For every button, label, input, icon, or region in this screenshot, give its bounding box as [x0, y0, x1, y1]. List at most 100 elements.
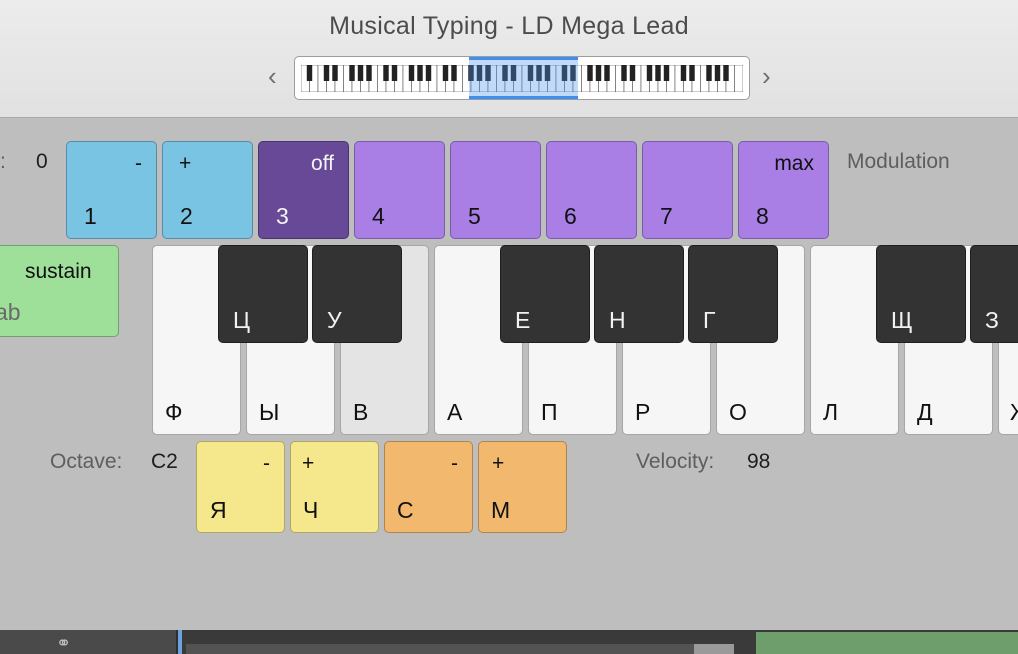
black-key-3[interactable]: Е — [500, 245, 590, 343]
pitch-up-key[interactable]: + 2 — [162, 141, 253, 239]
sustain-key[interactable]: sustain ab — [0, 245, 119, 337]
mini-black-key — [604, 65, 610, 81]
mini-black-key — [663, 65, 670, 81]
link-rings-icon[interactable]: ⚭ — [56, 634, 71, 652]
horizontal-scroll-thumb[interactable] — [694, 644, 734, 654]
modulation-label: Modulation — [847, 150, 950, 173]
octave-up-keycap: Ч — [303, 497, 319, 523]
black-key-2[interactable]: У — [312, 245, 402, 343]
bottom-left-panel: ⚭ — [0, 630, 178, 654]
white-key-5-label: П — [541, 399, 558, 425]
mini-white-key — [734, 65, 743, 92]
modulation-off-key[interactable]: off 3 — [258, 141, 349, 239]
chevron-right-icon[interactable]: › — [762, 63, 771, 89]
octave-down-key[interactable]: - Я — [196, 441, 285, 533]
black-key-4[interactable]: Н — [594, 245, 684, 343]
mini-black-key — [706, 65, 712, 81]
mini-black-key — [408, 65, 415, 81]
mini-black-key — [323, 65, 330, 81]
sustain-label: sustain — [25, 260, 92, 283]
white-key-2-label: Ы — [259, 399, 280, 425]
black-key-7-label: З — [985, 307, 999, 333]
mini-black-key — [629, 65, 636, 81]
modulation-key-6[interactable]: 6 — [546, 141, 637, 239]
mini-black-key — [689, 65, 695, 81]
velocity-up-keycap: М — [491, 497, 511, 523]
velocity-up-symbol: + — [492, 452, 505, 475]
white-key-6-label: Р — [635, 399, 651, 425]
mini-black-key — [349, 65, 355, 81]
octave-value: C2 — [151, 450, 178, 473]
modulation-key-4[interactable]: 4 — [354, 141, 445, 239]
octave-down-symbol: - — [263, 452, 270, 475]
track-region[interactable] — [756, 632, 1018, 654]
pitch-down-keycap: 1 — [84, 203, 97, 229]
mini-black-key — [417, 65, 423, 81]
mini-black-key — [332, 65, 338, 81]
white-key-10-label: Ж — [1010, 399, 1018, 426]
mini-black-key — [451, 65, 457, 81]
black-key-1-label: Ц — [233, 307, 251, 333]
velocity-up-key[interactable]: + М — [478, 441, 567, 533]
modulation-key-5[interactable]: 5 — [450, 141, 541, 239]
black-key-4-label: Н — [609, 307, 626, 333]
playhead-marker — [178, 630, 182, 654]
octave-down-keycap: Я — [210, 497, 227, 523]
white-key-8-label: Л — [823, 399, 839, 425]
mini-black-key — [383, 65, 389, 81]
mini-black-key — [425, 65, 432, 81]
pitch-down-key[interactable]: - 1 — [66, 141, 157, 239]
velocity-down-key[interactable]: - С — [384, 441, 473, 533]
modulation-key-5-keycap: 5 — [468, 203, 481, 229]
horizontal-scroll-track[interactable] — [186, 644, 726, 654]
velocity-label: Velocity: — [636, 450, 715, 473]
visible-range-highlight[interactable] — [469, 57, 578, 99]
pitch-bend-value: 0 — [36, 150, 48, 173]
modulation-key-7-keycap: 7 — [660, 203, 673, 229]
black-key-6-label: Щ — [891, 307, 913, 333]
modulation-key-7[interactable]: 7 — [642, 141, 733, 239]
octave-label: Octave: — [50, 450, 123, 473]
black-key-5[interactable]: Г — [688, 245, 778, 343]
chevron-left-icon[interactable]: ‹ — [268, 63, 277, 89]
mini-black-key — [366, 65, 372, 81]
modulation-off-symbol: off — [311, 152, 334, 175]
mini-black-key — [621, 65, 627, 81]
black-key-5-label: Г — [703, 307, 716, 333]
window-title: Musical Typing - LD Mega Lead — [329, 12, 689, 40]
mini-black-key — [655, 65, 661, 81]
pitch-up-keycap: 2 — [180, 203, 193, 229]
mini-black-key — [595, 65, 602, 81]
white-key-1-label: Ф — [165, 399, 183, 425]
octave-up-symbol: + — [302, 452, 315, 475]
black-key-3-label: Е — [515, 307, 531, 333]
black-key-1[interactable]: Ц — [218, 245, 308, 343]
white-key-3-label: В — [353, 399, 369, 425]
velocity-value: 98 — [747, 450, 771, 473]
sustain-keycap: ab — [0, 299, 21, 325]
modulation-off-keycap: 3 — [276, 203, 289, 229]
mini-black-key — [723, 65, 729, 81]
keyboard-range-selector[interactable] — [294, 56, 750, 100]
modulation-max-symbol: max — [774, 152, 814, 175]
velocity-down-symbol: - — [451, 452, 458, 475]
mini-black-key — [306, 65, 313, 81]
modulation-key-6-keycap: 6 — [564, 203, 577, 229]
modulation-max-key[interactable]: max 8 — [738, 141, 829, 239]
mini-black-key — [714, 65, 721, 81]
pitch-down-symbol: - — [135, 152, 142, 175]
modulation-max-keycap: 8 — [756, 203, 769, 229]
mini-black-key — [391, 65, 398, 81]
black-key-7[interactable]: З — [970, 245, 1018, 343]
velocity-down-keycap: С — [397, 497, 414, 523]
mini-black-key — [357, 65, 364, 81]
black-key-6[interactable]: Щ — [876, 245, 966, 343]
octave-up-key[interactable]: + Ч — [290, 441, 379, 533]
mini-black-key — [680, 65, 687, 81]
mini-black-key — [442, 65, 449, 81]
white-key-9-label: Д — [917, 399, 933, 425]
modulation-key-4-keycap: 4 — [372, 203, 385, 229]
title-bar: Musical Typing - LD Mega Lead ‹ › — [0, 0, 1018, 118]
white-key-7-label: О — [729, 399, 747, 425]
mini-black-key — [587, 65, 593, 81]
